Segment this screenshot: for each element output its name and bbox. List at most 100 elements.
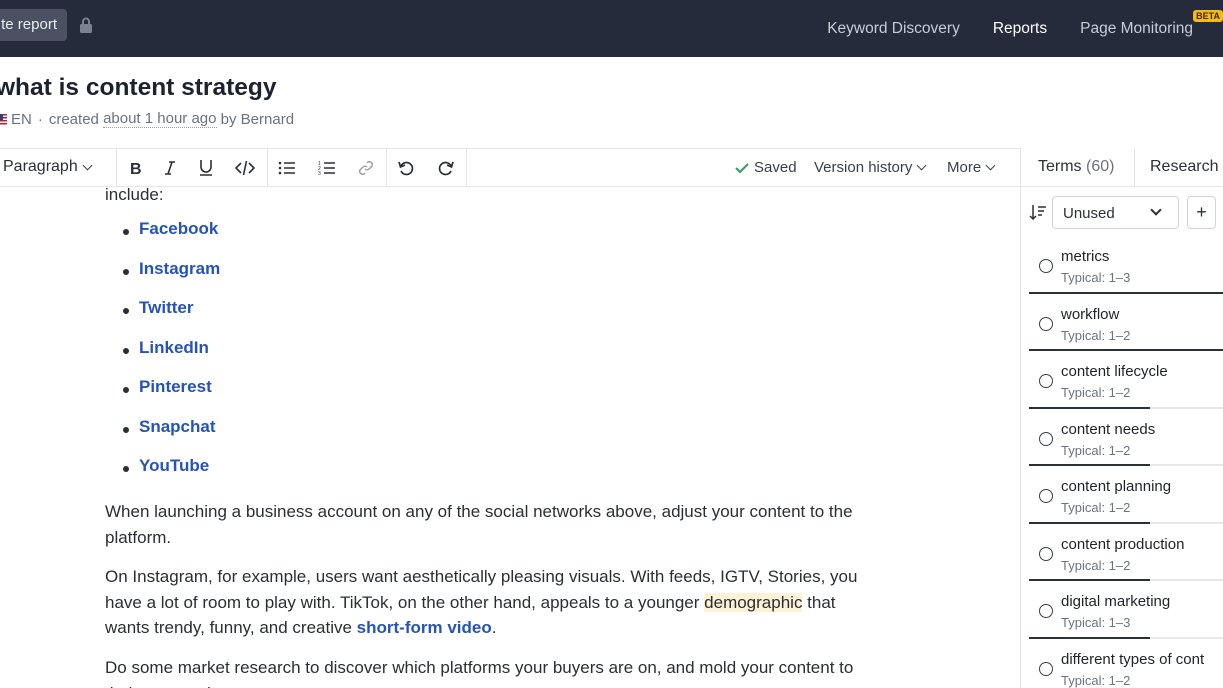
bullet-list-button[interactable] (277, 158, 297, 178)
term-typical: Typical: 1–2 (1061, 500, 1131, 515)
undo-button[interactable] (396, 158, 416, 178)
saved-status: Saved (735, 159, 797, 176)
list-item: Twitter (105, 298, 220, 339)
redo-icon (438, 161, 454, 176)
nav-keyword-discovery[interactable]: Keyword Discovery (827, 20, 960, 38)
term-name: content planning (1061, 478, 1172, 495)
term-filter-value: Unused (1063, 205, 1115, 222)
nav-page-monitoring[interactable]: Page Monitoring BETA (1080, 9, 1223, 38)
add-term-button[interactable]: + (1187, 196, 1216, 229)
language-label: EN (11, 110, 32, 128)
term-item[interactable]: content planning Typical: 1–2 (1029, 466, 1223, 524)
term-name: workflow (1061, 305, 1120, 323)
link-twitter[interactable]: Twitter (139, 295, 193, 320)
toolbar-divider (386, 149, 387, 187)
created-prefix: created (48, 110, 99, 128)
link-snapchat[interactable]: Snapchat (139, 414, 216, 439)
list-item: Facebook (105, 219, 220, 260)
term-item[interactable]: different types of cont Typical: 1–2 (1029, 639, 1223, 688)
term-item[interactable]: workflow Typical: 1–2 (1029, 294, 1223, 351)
code-button[interactable] (235, 158, 255, 178)
tab-research[interactable]: Research (1150, 158, 1218, 176)
term-radio[interactable] (1039, 604, 1053, 618)
paragraph-style-dropdown[interactable]: Paragraph (3, 158, 93, 176)
terms-list: metrics Typical: 1–3 workflow Typical: 1–2 c… (1029, 236, 1223, 688)
top-nav: te report Keyword Discovery Reports Page… (0, 0, 1223, 57)
term-typical: Typical: 1–2 (1061, 327, 1131, 343)
created-by: by Bernard (220, 110, 295, 128)
toolbar-divider (466, 149, 467, 187)
list-item: Pinterest (105, 377, 220, 418)
tab-terms[interactable]: Terms (60) (1038, 158, 1114, 176)
editor-toolbar: Paragraph B 1 2 3 Saved Version history … (0, 148, 1020, 187)
term-radio[interactable] (1039, 546, 1053, 561)
nav-page-monitoring-label: Page Monitoring (1080, 19, 1193, 37)
bullet-dot (123, 268, 129, 275)
term-radio[interactable] (1039, 661, 1053, 676)
para2-end: . (491, 618, 497, 637)
bullet-dot (123, 466, 129, 472)
link-youtube[interactable]: YouTube (139, 453, 209, 478)
paragraph-instagram: On Instagram, for example, users want ae… (105, 564, 875, 641)
term-filter-select[interactable]: Unused (1052, 196, 1179, 229)
panel-tabs: Terms (60) Research (1021, 148, 1223, 187)
editor-content[interactable]: include: Facebook Instagram Twitter Link… (0, 187, 1020, 688)
term-item[interactable]: content lifecycle Typical: 1–2 (1029, 351, 1223, 409)
report-button[interactable]: te report (0, 9, 67, 41)
term-typical: Typical: 1–3 (1061, 270, 1131, 285)
chevron-down-icon (82, 160, 93, 170)
bullet-dot (123, 229, 129, 235)
link-instagram[interactable]: Instagram (139, 256, 220, 281)
us-flag-icon (0, 113, 7, 125)
term-typical: Typical: 1–2 (1061, 442, 1131, 458)
list-item: LinkedIn (105, 338, 220, 379)
created-time: about 1 hour ago (103, 110, 217, 128)
page-title: what is content strategy (0, 74, 277, 101)
undo-icon (398, 161, 414, 176)
link-pinterest[interactable]: Pinterest (139, 374, 212, 399)
term-typical: Typical: 1–2 (1061, 672, 1131, 688)
term-name: digital marketing (1061, 593, 1171, 610)
paragraph-style-label: Paragraph (3, 158, 78, 175)
redo-button[interactable] (436, 158, 456, 178)
highlighted-term-demographic: demographic (704, 592, 803, 612)
sort-icon[interactable] (1029, 203, 1047, 221)
meta-separator: · (37, 110, 43, 128)
bullet-dot (123, 347, 129, 354)
link-button[interactable] (356, 158, 376, 178)
chevron-down-icon (916, 160, 927, 171)
term-typical: Typical: 1–3 (1061, 615, 1131, 630)
more-label: More (947, 159, 982, 176)
term-name: content lifecycle (1061, 363, 1168, 380)
link-linkedin[interactable]: LinkedIn (139, 335, 209, 360)
link-facebook[interactable]: Facebook (139, 216, 218, 241)
numbered-list-button[interactable]: 1 2 3 (317, 158, 337, 178)
term-item[interactable]: metrics Typical: 1–3 (1029, 236, 1223, 294)
term-name: metrics (1061, 248, 1110, 265)
tab-terms-label: Terms (1038, 158, 1082, 175)
term-item[interactable]: content production Typical: 1–2 (1029, 524, 1223, 581)
more-dropdown[interactable]: More (947, 159, 996, 176)
underline-button[interactable] (196, 158, 216, 178)
bold-button[interactable]: B (125, 158, 145, 178)
tab-terms-count: (60) (1086, 158, 1115, 175)
list-item: YouTube (105, 456, 220, 497)
link-icon (358, 160, 374, 176)
version-history-label: Version history (814, 159, 913, 176)
term-radio[interactable] (1039, 316, 1053, 331)
term-radio[interactable] (1039, 374, 1053, 388)
term-item[interactable]: digital marketing Typical: 1–3 (1029, 581, 1223, 639)
term-name: different types of cont (1061, 650, 1205, 668)
paragraph-launching: When launching a business account on any… (105, 502, 853, 547)
version-history-dropdown[interactable]: Version history (814, 159, 927, 176)
bullet-dot (123, 308, 129, 314)
svg-text:3: 3 (318, 171, 321, 176)
term-radio[interactable] (1039, 259, 1053, 273)
link-short-form-video[interactable]: short-form video (357, 618, 492, 637)
bullet-dot (123, 426, 129, 433)
nav-reports[interactable]: Reports (993, 20, 1047, 38)
term-radio[interactable] (1039, 489, 1053, 503)
term-item[interactable]: content needs Typical: 1–2 (1029, 409, 1223, 466)
italic-button[interactable] (160, 158, 180, 178)
term-radio[interactable] (1039, 431, 1053, 446)
